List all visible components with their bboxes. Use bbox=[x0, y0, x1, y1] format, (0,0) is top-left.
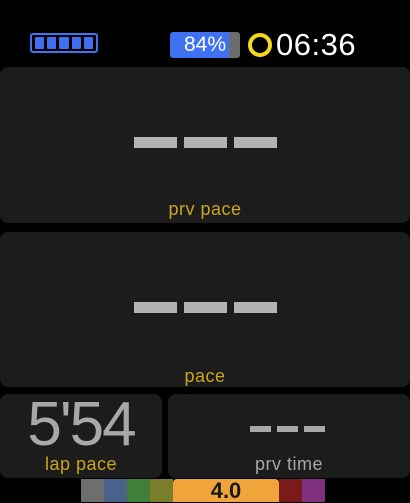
lap-pace-value: 5'54 bbox=[27, 390, 136, 459]
dash bbox=[184, 137, 227, 148]
dash bbox=[234, 137, 277, 148]
zone-7-segment bbox=[302, 479, 325, 502]
dash bbox=[184, 302, 227, 313]
zone-3-segment bbox=[127, 479, 150, 502]
dash bbox=[234, 302, 277, 313]
dash bbox=[134, 302, 177, 313]
activity-ring-icon bbox=[248, 33, 272, 57]
battery-percent-badge: 84% bbox=[170, 32, 240, 58]
lap-pace-field[interactable]: 5'54 lap pace bbox=[0, 390, 162, 478]
pace-field[interactable]: pace bbox=[0, 232, 410, 387]
prv-pace-value-placeholder bbox=[134, 137, 277, 148]
prv-time-field[interactable]: prv time bbox=[168, 394, 410, 478]
battery-segments-indicator bbox=[30, 33, 98, 53]
prv-pace-field[interactable]: prv pace bbox=[0, 67, 410, 223]
dash bbox=[250, 426, 271, 432]
clock-time: 06:36 bbox=[276, 27, 357, 62]
lap-pace-label: lap pace bbox=[44, 454, 118, 474]
prv-time-label: prv time bbox=[254, 454, 323, 474]
battery-segment bbox=[35, 37, 45, 49]
battery-segment bbox=[71, 37, 81, 49]
dash bbox=[134, 137, 177, 148]
zone-4-segment bbox=[150, 479, 173, 502]
prv-time-value-placeholder bbox=[250, 426, 325, 432]
battery-segment bbox=[59, 37, 69, 49]
zone-6-segment bbox=[279, 479, 302, 502]
pace-label: pace bbox=[184, 366, 226, 386]
status-bar: 84% 06:36 bbox=[0, 0, 410, 66]
pace-value-placeholder bbox=[134, 302, 277, 313]
zone-2-segment bbox=[104, 479, 127, 502]
battery-segment bbox=[47, 37, 57, 49]
battery-segment bbox=[83, 37, 94, 49]
zone-1-segment bbox=[81, 479, 104, 502]
zone-bar: 4.0 bbox=[81, 479, 325, 503]
zone-current-segment: 4.0 bbox=[173, 479, 279, 503]
dash bbox=[304, 426, 325, 432]
prv-pace-label: prv pace bbox=[168, 199, 242, 219]
dash bbox=[277, 426, 298, 432]
